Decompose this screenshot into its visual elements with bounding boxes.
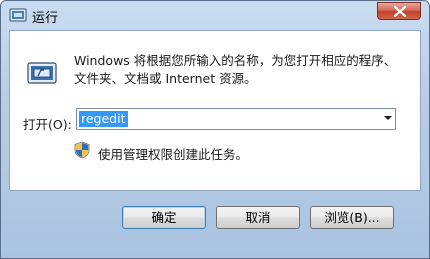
open-input-value[interactable]: regedit: [79, 111, 128, 127]
close-icon: [393, 6, 407, 17]
open-label: 打开(O):: [23, 117, 72, 132]
run-icon: [26, 57, 58, 89]
dialog-description: Windows 将根据您所输入的名称，为您打开相应的程序、文件夹、文档或 Int…: [74, 53, 397, 86]
close-button[interactable]: [377, 2, 421, 20]
shield-icon: [74, 141, 90, 159]
dialog-content: Windows 将根据您所输入的名称，为您打开相应的程序、文件夹、文档或 Int…: [9, 30, 421, 191]
admin-note: 使用管理权限创建此任务。: [98, 147, 249, 162]
cancel-button[interactable]: 取消: [216, 206, 300, 229]
open-combobox[interactable]: regedit: [76, 108, 396, 130]
ok-button[interactable]: 确定: [122, 206, 206, 229]
run-app-icon: [9, 7, 27, 23]
chevron-down-icon[interactable]: [384, 116, 392, 120]
window-title: 运行: [32, 11, 59, 26]
browse-button[interactable]: 浏览(B)...: [310, 206, 394, 229]
run-dialog-window: 运行 Windows 将根据您所输入的名称，为您打开相应的程序、文件夹、文档或 …: [0, 0, 430, 259]
title-bar[interactable]: 运行: [1, 1, 429, 29]
